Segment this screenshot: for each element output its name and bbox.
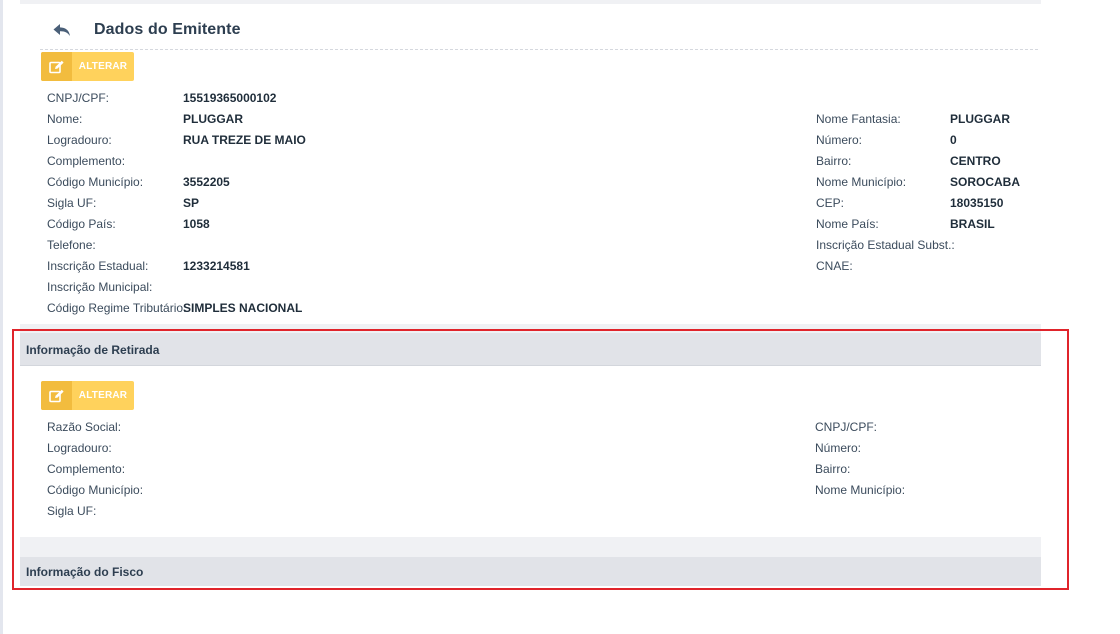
left-field-label: Inscrição Municipal:: [47, 280, 153, 294]
right-field-value: PLUGGAR: [950, 112, 1010, 126]
alterar-label: ALTERAR: [78, 61, 128, 72]
right-field-label: Nome Fantasia:: [816, 112, 901, 126]
right-field-value: 0: [950, 133, 957, 147]
retirada-section-header: Informação de Retirada: [20, 333, 1041, 366]
page-title: Dados do Emitente: [94, 21, 241, 38]
left-field-label: Nome:: [47, 112, 83, 126]
left-field-value: 15519365000102: [183, 91, 277, 105]
left-field-label: CNPJ/CPF:: [47, 91, 110, 105]
fisco-section-header: Informação do Fisco: [20, 557, 1041, 586]
emitente-panel: Dados do Emitente ALTERAR CNPJ/CPF: 15519…: [20, 4, 1041, 324]
left-field-value: PLUGGAR: [183, 112, 243, 126]
edit-icon: [41, 52, 72, 81]
retirada-panel: ALTERAR Razão Social: Logradouro: Compleme…: [20, 366, 1041, 537]
left-edge-rule: [0, 0, 3, 634]
alterar-emitente-button[interactable]: ALTERAR: [41, 52, 134, 81]
left-field-label: Logradouro:: [47, 133, 112, 147]
left-field-value: RUA TREZE DE MAIO: [183, 133, 306, 147]
left-field-label: Razão Social:: [47, 420, 122, 434]
right-field-label: Nome País:: [816, 217, 879, 231]
left-field-value: SIMPLES NACIONAL: [183, 301, 303, 315]
right-field-label: CNAE:: [816, 259, 853, 273]
right-field-value: CENTRO: [950, 154, 1001, 168]
left-field-label: Código País:: [47, 217, 116, 231]
left-field-label: Telefone:: [47, 238, 96, 252]
page-header: Dados do Emitente: [50, 16, 241, 44]
alterar-retirada-button[interactable]: ALTERAR: [41, 381, 134, 410]
right-field-value: BRASIL: [950, 217, 995, 231]
content-area: Dados do Emitente ALTERAR CNPJ/CPF: 15519…: [20, 0, 1041, 586]
left-field-label: Sigla UF:: [47, 196, 97, 210]
left-field-label: Inscrição Estadual:: [47, 259, 149, 273]
left-field-label: Complemento:: [47, 462, 126, 476]
right-field-label: Nome Município:: [815, 483, 906, 497]
right-field-label: Inscrição Estadual Subst.:: [816, 238, 955, 252]
right-field-label: Nome Município:: [816, 175, 907, 189]
left-field-label: Código Regime Tributário:: [47, 301, 187, 315]
fisco-section-title: Informação do Fisco: [26, 565, 144, 579]
right-field-label: Número:: [816, 133, 863, 147]
left-field-label: Logradouro:: [47, 441, 112, 455]
right-field-value: SOROCABA: [950, 175, 1021, 189]
back-arrow-icon[interactable]: [50, 18, 74, 42]
retirada-section-title: Informação de Retirada: [26, 343, 160, 357]
left-field-value: 1058: [183, 217, 210, 231]
left-field-label: Sigla UF:: [47, 504, 97, 518]
header-divider: [40, 49, 1038, 50]
left-field-value: SP: [183, 196, 200, 210]
left-field-label: Código Município:: [47, 483, 144, 497]
right-field-label: CEP:: [816, 196, 845, 210]
edit-icon: [41, 381, 72, 410]
right-field-label: Bairro:: [816, 154, 852, 168]
page: Dados do Emitente ALTERAR CNPJ/CPF: 15519…: [0, 0, 1120, 634]
alterar-label: ALTERAR: [78, 390, 128, 401]
right-field-label: CNPJ/CPF:: [815, 420, 878, 434]
left-field-value: 3552205: [183, 175, 230, 189]
right-field-label: Número:: [815, 441, 862, 455]
right-field-value: 18035150: [950, 196, 1004, 210]
left-field-value: 1233214581: [183, 259, 250, 273]
right-field-label: Bairro:: [815, 462, 851, 476]
left-field-label: Código Município:: [47, 175, 144, 189]
left-field-label: Complemento:: [47, 154, 126, 168]
